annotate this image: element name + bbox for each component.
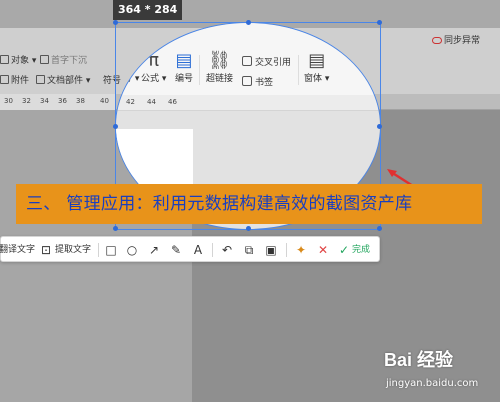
- close-icon[interactable]: ✕: [316, 243, 330, 257]
- baidu-jingyan-watermark: Bai 经验 jingyan.baidu.com: [380, 346, 498, 400]
- check-icon: ✓: [338, 243, 350, 257]
- ruler-number: 36: [58, 97, 67, 105]
- pin-icon[interactable]: ✦: [294, 243, 308, 257]
- resize-handle-sw[interactable]: [113, 226, 118, 231]
- cloud-icon: [432, 37, 442, 44]
- ruler-number: 32: [22, 97, 31, 105]
- resize-handle-e[interactable]: [377, 124, 382, 129]
- drop-cap-icon: [40, 55, 49, 64]
- object-menu[interactable]: 对象 ▾: [0, 53, 36, 66]
- resize-handle-nw[interactable]: [113, 20, 118, 25]
- text-icon[interactable]: A: [191, 243, 205, 257]
- undo-icon[interactable]: ↶: [220, 243, 234, 257]
- extract-text-button[interactable]: 提取文字: [55, 237, 91, 263]
- doc-parts-menu[interactable]: 文档部件 ▾: [36, 73, 90, 86]
- extract-text-icon: ⊡: [40, 243, 52, 257]
- ruler-number: 30: [4, 97, 13, 105]
- ruler-number: 34: [40, 97, 49, 105]
- attachment-button[interactable]: 附件: [0, 73, 29, 86]
- circle-icon[interactable]: ○: [125, 243, 139, 257]
- translate-text-button[interactable]: 翻译文字: [0, 237, 35, 263]
- toolbar-separator: [98, 243, 99, 257]
- arrow-icon[interactable]: ↗: [147, 243, 161, 257]
- done-button[interactable]: 完成: [352, 237, 370, 263]
- resize-handle-ne[interactable]: [377, 20, 382, 25]
- watermark-logo-text: Bai 经验: [384, 350, 454, 370]
- watermark-url: jingyan.baidu.com: [386, 378, 479, 389]
- resize-handle-w[interactable]: [113, 124, 118, 129]
- rectangle-icon[interactable]: □: [104, 243, 118, 257]
- doc-parts-icon: [36, 75, 45, 84]
- resize-handle-n[interactable]: [246, 20, 251, 25]
- screenshot-toolbar: 翻译文字 ⊡ 提取文字 □ ○ ↗ ✎ A ↶ ⧉ ▣ ✦ ✕ ✓ 完成: [0, 236, 380, 262]
- resize-handle-se[interactable]: [377, 226, 382, 231]
- save-icon[interactable]: ▣: [264, 243, 278, 257]
- toolbar-separator: [212, 243, 213, 257]
- toolbar-separator: [286, 243, 287, 257]
- object-icon: [0, 55, 9, 64]
- resize-handle-s[interactable]: [246, 226, 251, 231]
- ruler-number: 40: [100, 97, 109, 105]
- pen-icon[interactable]: ✎: [169, 243, 183, 257]
- title-banner: 三、 管理应用：利用元数据构建高效的截图资产库: [16, 184, 482, 224]
- sync-status[interactable]: 同步异常: [432, 33, 480, 46]
- paperclip-icon: [0, 75, 9, 84]
- first-sink-menu[interactable]: 首字下沉: [40, 53, 87, 66]
- selection-size-badge: 364 * 284: [113, 0, 183, 20]
- ruler-number: 38: [76, 97, 85, 105]
- copy-icon[interactable]: ⧉: [242, 243, 256, 257]
